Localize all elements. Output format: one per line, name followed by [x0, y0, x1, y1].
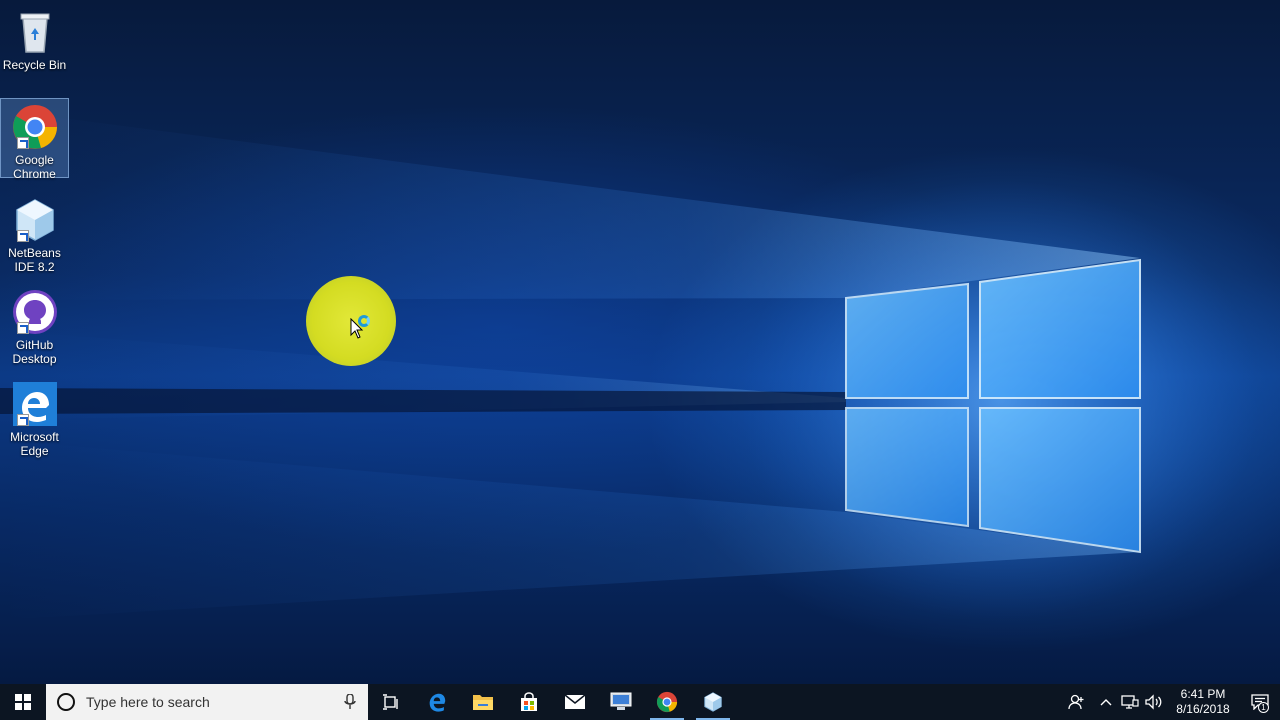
- store-icon: [521, 692, 537, 711]
- netbeans-icon: [11, 196, 59, 244]
- task-view-button[interactable]: [368, 684, 414, 720]
- taskbar-file-explorer-button[interactable]: [460, 684, 506, 720]
- people-icon: [1068, 694, 1084, 710]
- search-placeholder: Type here to search: [86, 694, 210, 710]
- taskbar-remote-desktop-button[interactable]: [598, 684, 644, 720]
- taskbar-mail-button[interactable]: [552, 684, 598, 720]
- windows-logo-icon: [15, 694, 31, 710]
- task-view-icon: [383, 694, 398, 710]
- desktop-icon-label: GitHub Desktop: [12, 338, 57, 366]
- netbeans-icon: [704, 692, 722, 712]
- taskbar: Type here to search 6:41 PM 8/16/2018 1: [0, 684, 1280, 720]
- start-button[interactable]: [0, 684, 46, 720]
- desktop-icon-label: Microsoft Edge: [10, 430, 59, 458]
- taskbar-netbeans-button[interactable]: [690, 684, 736, 720]
- taskbar-store-button[interactable]: [506, 684, 552, 720]
- edge-icon: [429, 693, 446, 712]
- desktop-icon-label: Google Chrome: [13, 153, 56, 181]
- desktop-icon-google-chrome[interactable]: Google Chrome: [0, 98, 69, 181]
- chrome-icon: [11, 103, 59, 151]
- clock-time: 6:41 PM: [1180, 687, 1226, 701]
- desktop-icon-netbeans[interactable]: NetBeans IDE 8.2: [0, 192, 69, 274]
- cortana-circle-icon: [57, 693, 75, 711]
- remote-desktop-icon: [610, 692, 632, 710]
- busy-spinner-icon: [358, 315, 370, 327]
- recycle-bin-icon: [11, 8, 59, 56]
- taskbar-search-box[interactable]: Type here to search: [46, 684, 368, 720]
- taskbar-clock[interactable]: 6:41 PM 8/16/2018: [1166, 687, 1240, 717]
- desktop-icon-recycle-bin[interactable]: Recycle Bin: [0, 4, 69, 76]
- file-explorer-icon: [473, 695, 493, 710]
- taskbar-chrome-button[interactable]: [644, 684, 690, 720]
- show-hidden-icons-button[interactable]: [1094, 684, 1118, 720]
- chevron-up-icon: [1100, 699, 1112, 706]
- desktop-wallpaper: [0, 0, 1280, 684]
- network-button[interactable]: [1118, 684, 1142, 720]
- shortcut-arrow-icon: [16, 137, 29, 149]
- mail-icon: [564, 694, 586, 709]
- microphone-icon[interactable]: [344, 694, 356, 710]
- desktop-icon-github-desktop[interactable]: GitHub Desktop: [0, 284, 69, 366]
- desktop-icon-label: NetBeans IDE 8.2: [8, 246, 61, 274]
- windows-hero-wallpaper: [0, 110, 1260, 620]
- network-icon: [1121, 695, 1139, 709]
- edge-icon: [11, 380, 59, 428]
- chrome-icon: [656, 691, 678, 713]
- notification-count-badge: 1: [1258, 702, 1269, 713]
- desktop-icon-label: Recycle Bin: [2, 58, 67, 72]
- volume-button[interactable]: [1142, 684, 1166, 720]
- desktop-icon-microsoft-edge[interactable]: Microsoft Edge: [0, 376, 69, 458]
- clock-date: 8/16/2018: [1176, 702, 1230, 716]
- github-desktop-icon: [11, 288, 59, 336]
- shortcut-arrow-icon: [16, 322, 29, 334]
- volume-icon: [1145, 694, 1162, 710]
- taskbar-edge-button[interactable]: [414, 684, 460, 720]
- system-tray: 6:41 PM 8/16/2018 1: [1060, 684, 1280, 720]
- people-button[interactable]: [1060, 684, 1094, 720]
- action-center-button[interactable]: 1: [1240, 684, 1280, 720]
- shortcut-arrow-icon: [16, 230, 29, 242]
- shortcut-arrow-icon: [16, 414, 29, 426]
